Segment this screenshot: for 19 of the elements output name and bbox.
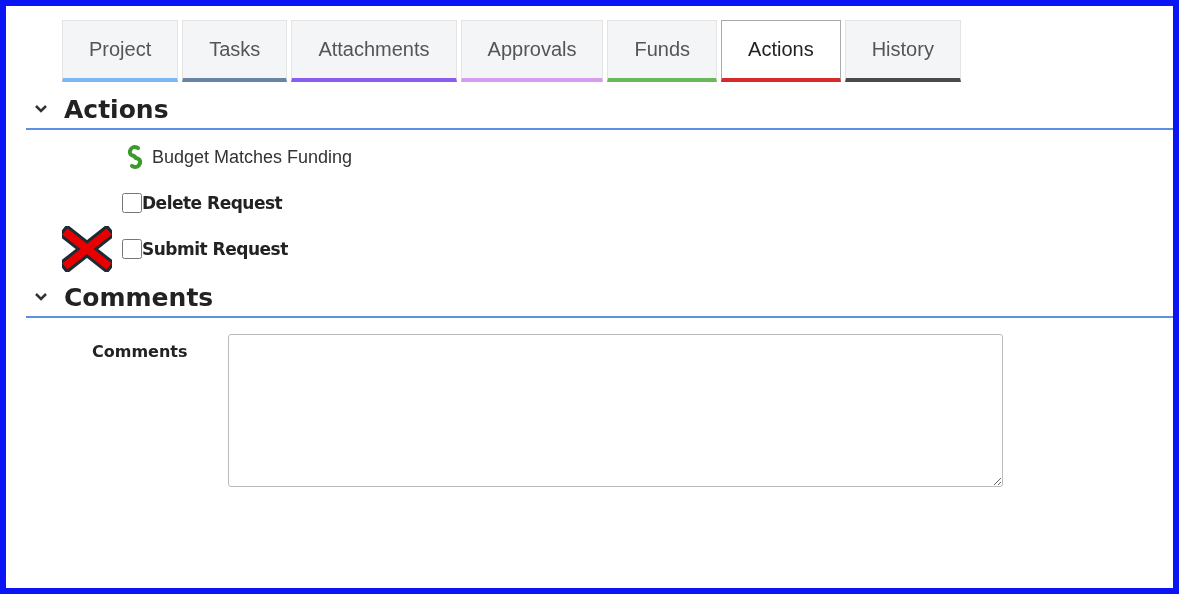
tab[interactable]: Funds bbox=[607, 20, 718, 82]
field-label: Comments bbox=[92, 341, 189, 363]
section-title: Actions bbox=[64, 94, 169, 124]
comments-field[interactable] bbox=[228, 334, 1003, 487]
collapse-chevron-icon[interactable] bbox=[34, 292, 48, 302]
tab[interactable]: Approvals bbox=[460, 20, 604, 82]
tab[interactable]: History bbox=[844, 20, 961, 82]
section-title: Comments bbox=[64, 282, 214, 312]
tab[interactable]: Actions bbox=[721, 20, 841, 82]
collapse-chevron-icon[interactable] bbox=[34, 104, 48, 114]
link-icon bbox=[126, 144, 144, 170]
tab[interactable]: Attachments bbox=[291, 20, 457, 82]
status-label: Budget Matches Funding bbox=[152, 146, 353, 168]
tab[interactable]: Project bbox=[62, 20, 179, 82]
checkbox-label: Delete Request bbox=[142, 193, 283, 213]
tab[interactable]: Tasks bbox=[182, 20, 288, 82]
checkbox[interactable] bbox=[122, 193, 142, 213]
checkbox[interactable] bbox=[122, 239, 142, 259]
checkbox-label: Submit Request bbox=[142, 239, 288, 259]
